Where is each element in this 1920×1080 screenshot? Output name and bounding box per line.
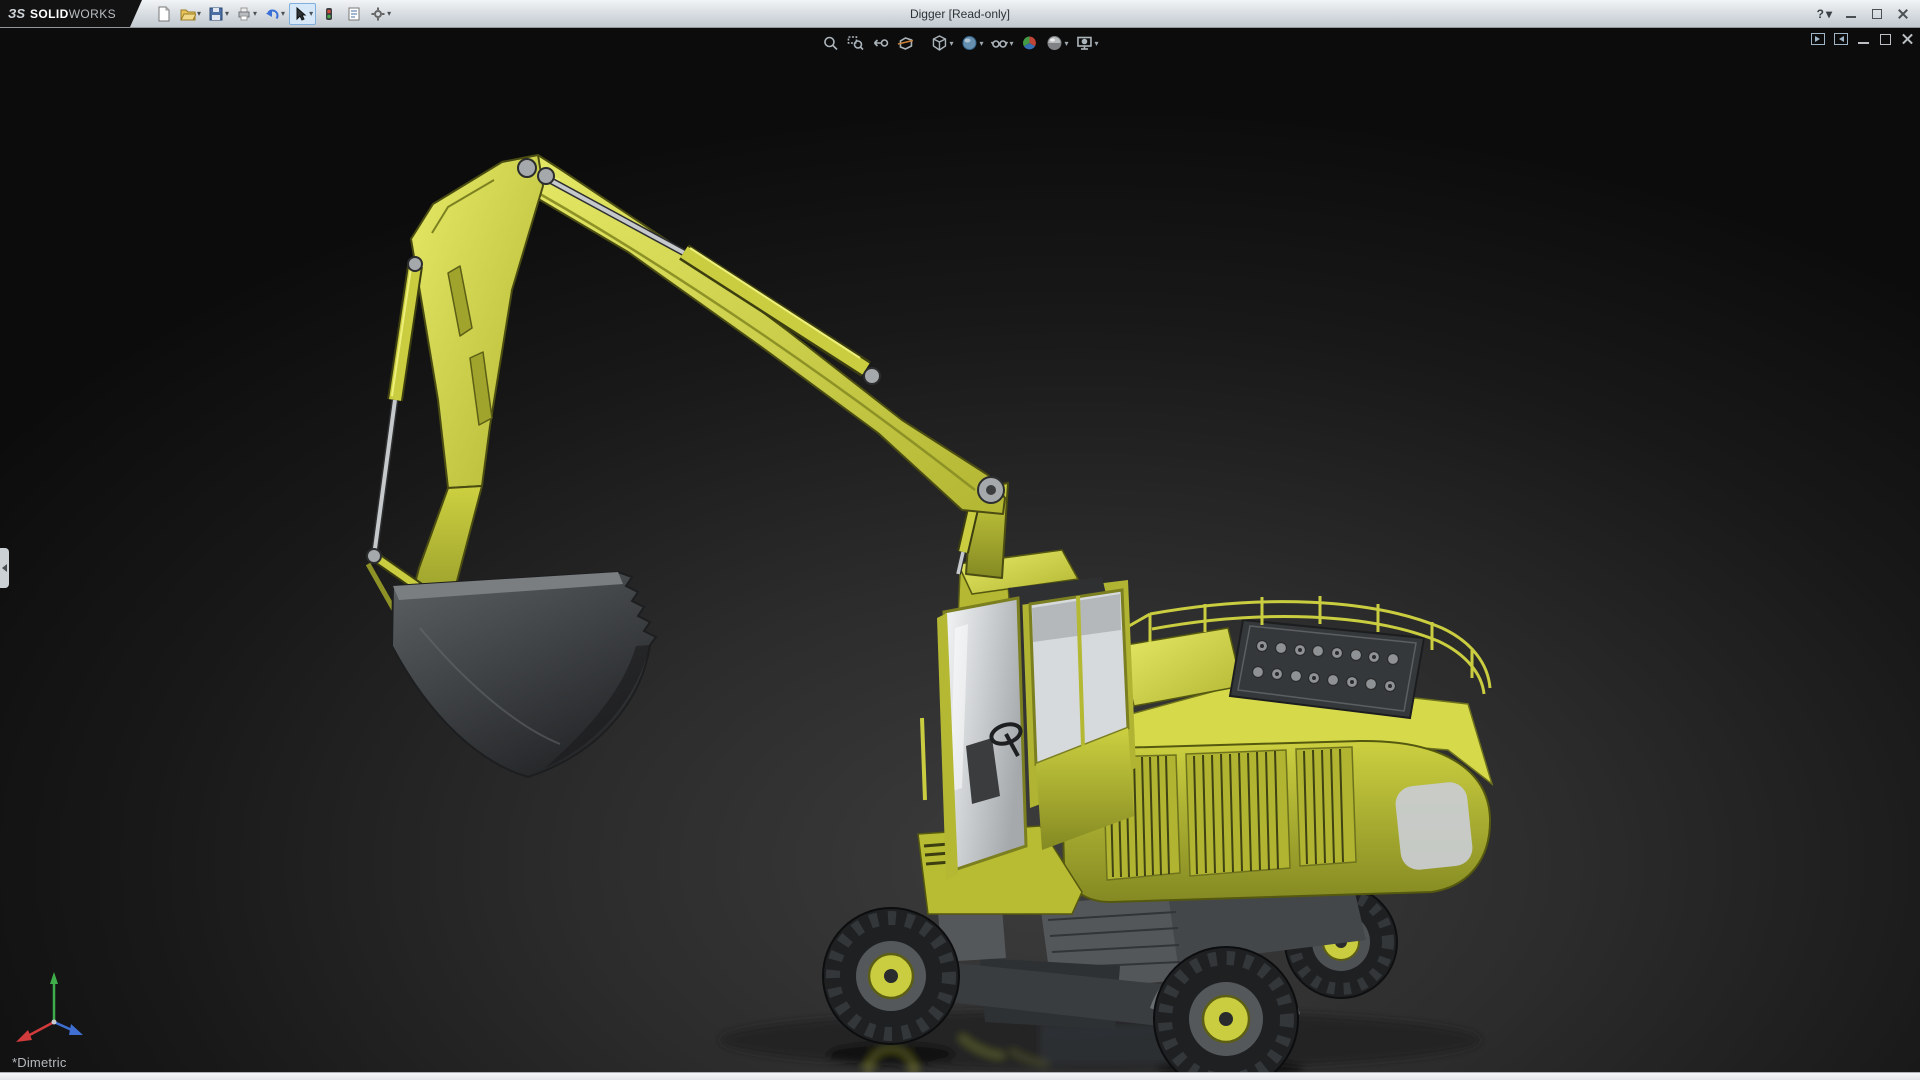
- print-dropdown-caret[interactable]: ▾: [253, 9, 257, 18]
- new-document-icon: [158, 5, 171, 21]
- open-dropdown-caret[interactable]: ▾: [197, 9, 201, 18]
- document-close-button[interactable]: [1901, 34, 1914, 45]
- apply-scene-caret[interactable]: ▾: [1065, 39, 1069, 48]
- status-bar: [0, 1072, 1920, 1080]
- select-button[interactable]: ▾: [289, 2, 317, 25]
- view-orientation-caret[interactable]: ▾: [949, 39, 953, 48]
- view-orientation-icon: [932, 35, 947, 51]
- headsup-view-toolbar: ▾ ▾ ▾ ▾ ▾: [819, 32, 1100, 54]
- standard-toolbar: ▾ ▾ ▾ ▾ ▾ ▾: [142, 2, 394, 25]
- zoom-to-area-icon: [847, 36, 864, 51]
- edit-appearance-icon: [1023, 36, 1036, 50]
- document-window-controls: [1811, 33, 1914, 45]
- bucket[interactable]: [390, 570, 658, 779]
- help-dropdown-caret[interactable]: ▾: [1826, 7, 1832, 21]
- solidworks-window: ЗS SOLIDWORKS ▾ ▾ ▾ ▾ ▾ ▾ Digger [Read-o…: [0, 0, 1920, 1080]
- section-view-button[interactable]: [894, 32, 916, 54]
- help-button[interactable]: ? ▾: [1817, 7, 1832, 21]
- brand-text: SOLIDWORKS: [30, 6, 117, 21]
- save-icon: [209, 7, 223, 20]
- digger-3d-model[interactable]: [0, 28, 1920, 1072]
- previous-view-button[interactable]: [869, 32, 891, 54]
- ds-logo-icon: ЗS: [8, 6, 26, 21]
- view-settings-icon: [1077, 36, 1092, 50]
- solidworks-logo: ЗS SOLIDWORKS: [0, 0, 142, 27]
- open-button[interactable]: ▾: [177, 3, 204, 25]
- options-gear-icon: [371, 7, 385, 20]
- apply-scene-icon: [1047, 36, 1062, 50]
- hide-show-items-button[interactable]: ▾: [988, 32, 1015, 54]
- save-button[interactable]: ▾: [205, 3, 232, 25]
- print-button[interactable]: ▾: [233, 3, 260, 25]
- view-settings-button[interactable]: ▾: [1074, 32, 1101, 54]
- apply-scene-button[interactable]: ▾: [1044, 32, 1071, 54]
- orientation-triad: [16, 972, 83, 1042]
- file-properties-icon: [348, 7, 360, 20]
- rebuild-stoplight-icon: [326, 7, 333, 20]
- graphics-viewport[interactable]: ▾ ▾ ▾ ▾ ▾ *Dimetric: [0, 28, 1920, 1072]
- rear-panel: [1395, 782, 1473, 870]
- featuremanager-pane-icon[interactable]: [1834, 33, 1848, 45]
- options-button[interactable]: ▾: [367, 3, 394, 25]
- hide-show-items-caret[interactable]: ▾: [1009, 39, 1013, 48]
- new-document-button[interactable]: [152, 3, 176, 25]
- open-folder-icon: [180, 9, 196, 20]
- display-style-icon: [962, 36, 977, 50]
- title-bar: ЗS SOLIDWORKS ▾ ▾ ▾ ▾ ▾ ▾ Digger [Read-o…: [0, 0, 1920, 28]
- undo-dropdown-caret[interactable]: ▾: [281, 9, 285, 18]
- save-dropdown-caret[interactable]: ▾: [225, 9, 229, 18]
- document-restore-button[interactable]: [1879, 33, 1892, 45]
- undo-button[interactable]: ▾: [261, 3, 288, 25]
- rebuild-button[interactable]: [317, 3, 341, 25]
- view-orientation-label: *Dimetric: [12, 1055, 67, 1070]
- undo-icon: [266, 9, 279, 19]
- zoom-to-fit-button[interactable]: [819, 32, 841, 54]
- view-orientation-button[interactable]: ▾: [928, 32, 955, 54]
- boom-assembly[interactable]: [365, 154, 1009, 655]
- display-pane-icon[interactable]: [1811, 33, 1825, 45]
- front-left-wheel[interactable]: [822, 907, 960, 1045]
- options-dropdown-caret[interactable]: ▾: [387, 9, 391, 18]
- close-button[interactable]: [1896, 8, 1910, 20]
- featuremanager-collapse-tab[interactable]: [0, 548, 9, 588]
- display-style-button[interactable]: ▾: [958, 32, 985, 54]
- section-view-icon: [897, 37, 914, 50]
- file-properties-button[interactable]: [342, 3, 366, 25]
- zoom-to-area-button[interactable]: [844, 32, 866, 54]
- document-minimize-button[interactable]: [1857, 34, 1870, 45]
- engine-grilles: [1102, 746, 1357, 881]
- titlebar-controls: ? ▾: [1817, 7, 1920, 21]
- hide-show-items-icon: [990, 40, 1009, 48]
- previous-view-icon: [873, 39, 889, 47]
- print-icon: [238, 7, 250, 20]
- zoom-to-fit-icon: [824, 36, 838, 51]
- display-style-caret[interactable]: ▾: [979, 39, 983, 48]
- select-cursor-icon: [296, 6, 307, 21]
- view-settings-caret[interactable]: ▾: [1095, 39, 1099, 48]
- minimize-button[interactable]: [1844, 8, 1858, 20]
- restore-button[interactable]: [1870, 8, 1884, 20]
- edit-appearance-button[interactable]: [1019, 32, 1041, 54]
- select-dropdown-caret[interactable]: ▾: [309, 9, 313, 18]
